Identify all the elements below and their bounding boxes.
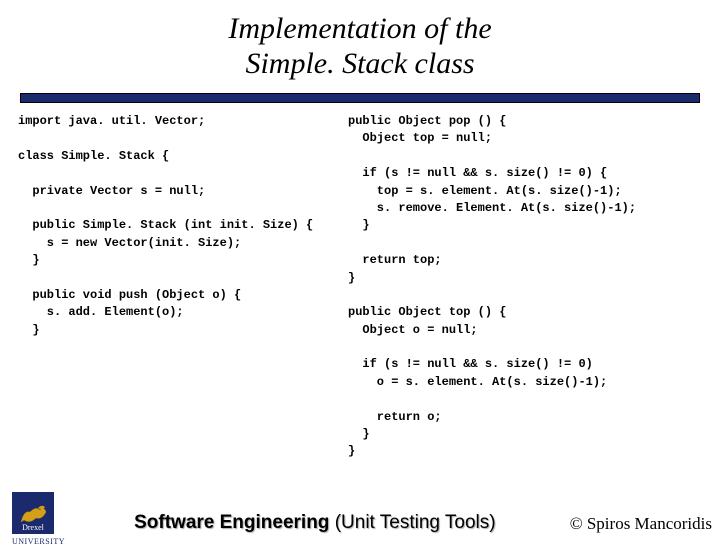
logo-school-name: Drexel bbox=[12, 523, 54, 532]
code-right-column: public Object pop () { Object top = null… bbox=[348, 113, 710, 461]
title-underline bbox=[20, 93, 700, 103]
footer-copyright: © Spiros Mancoridis bbox=[570, 514, 712, 534]
logo-university-label: UNIVERSITY bbox=[12, 537, 65, 546]
code-columns: import java. util. Vector; class Simple.… bbox=[0, 113, 720, 461]
title-line-2: Simple. Stack class bbox=[245, 47, 474, 80]
slide-title: Implementation of the Simple. Stack clas… bbox=[0, 0, 720, 89]
footer-title-rest: (Unit Testing Tools) bbox=[335, 512, 496, 533]
footer-title: Software Engineering (Unit Testing Tools… bbox=[60, 512, 570, 534]
title-line-1: Implementation of the bbox=[228, 12, 491, 45]
code-left-column: import java. util. Vector; class Simple.… bbox=[18, 113, 348, 461]
slide-footer: Drexel UNIVERSITY Software Engineering (… bbox=[0, 492, 720, 534]
university-logo: Drexel UNIVERSITY bbox=[12, 492, 54, 534]
footer-title-bold: Software Engineering bbox=[134, 512, 335, 533]
